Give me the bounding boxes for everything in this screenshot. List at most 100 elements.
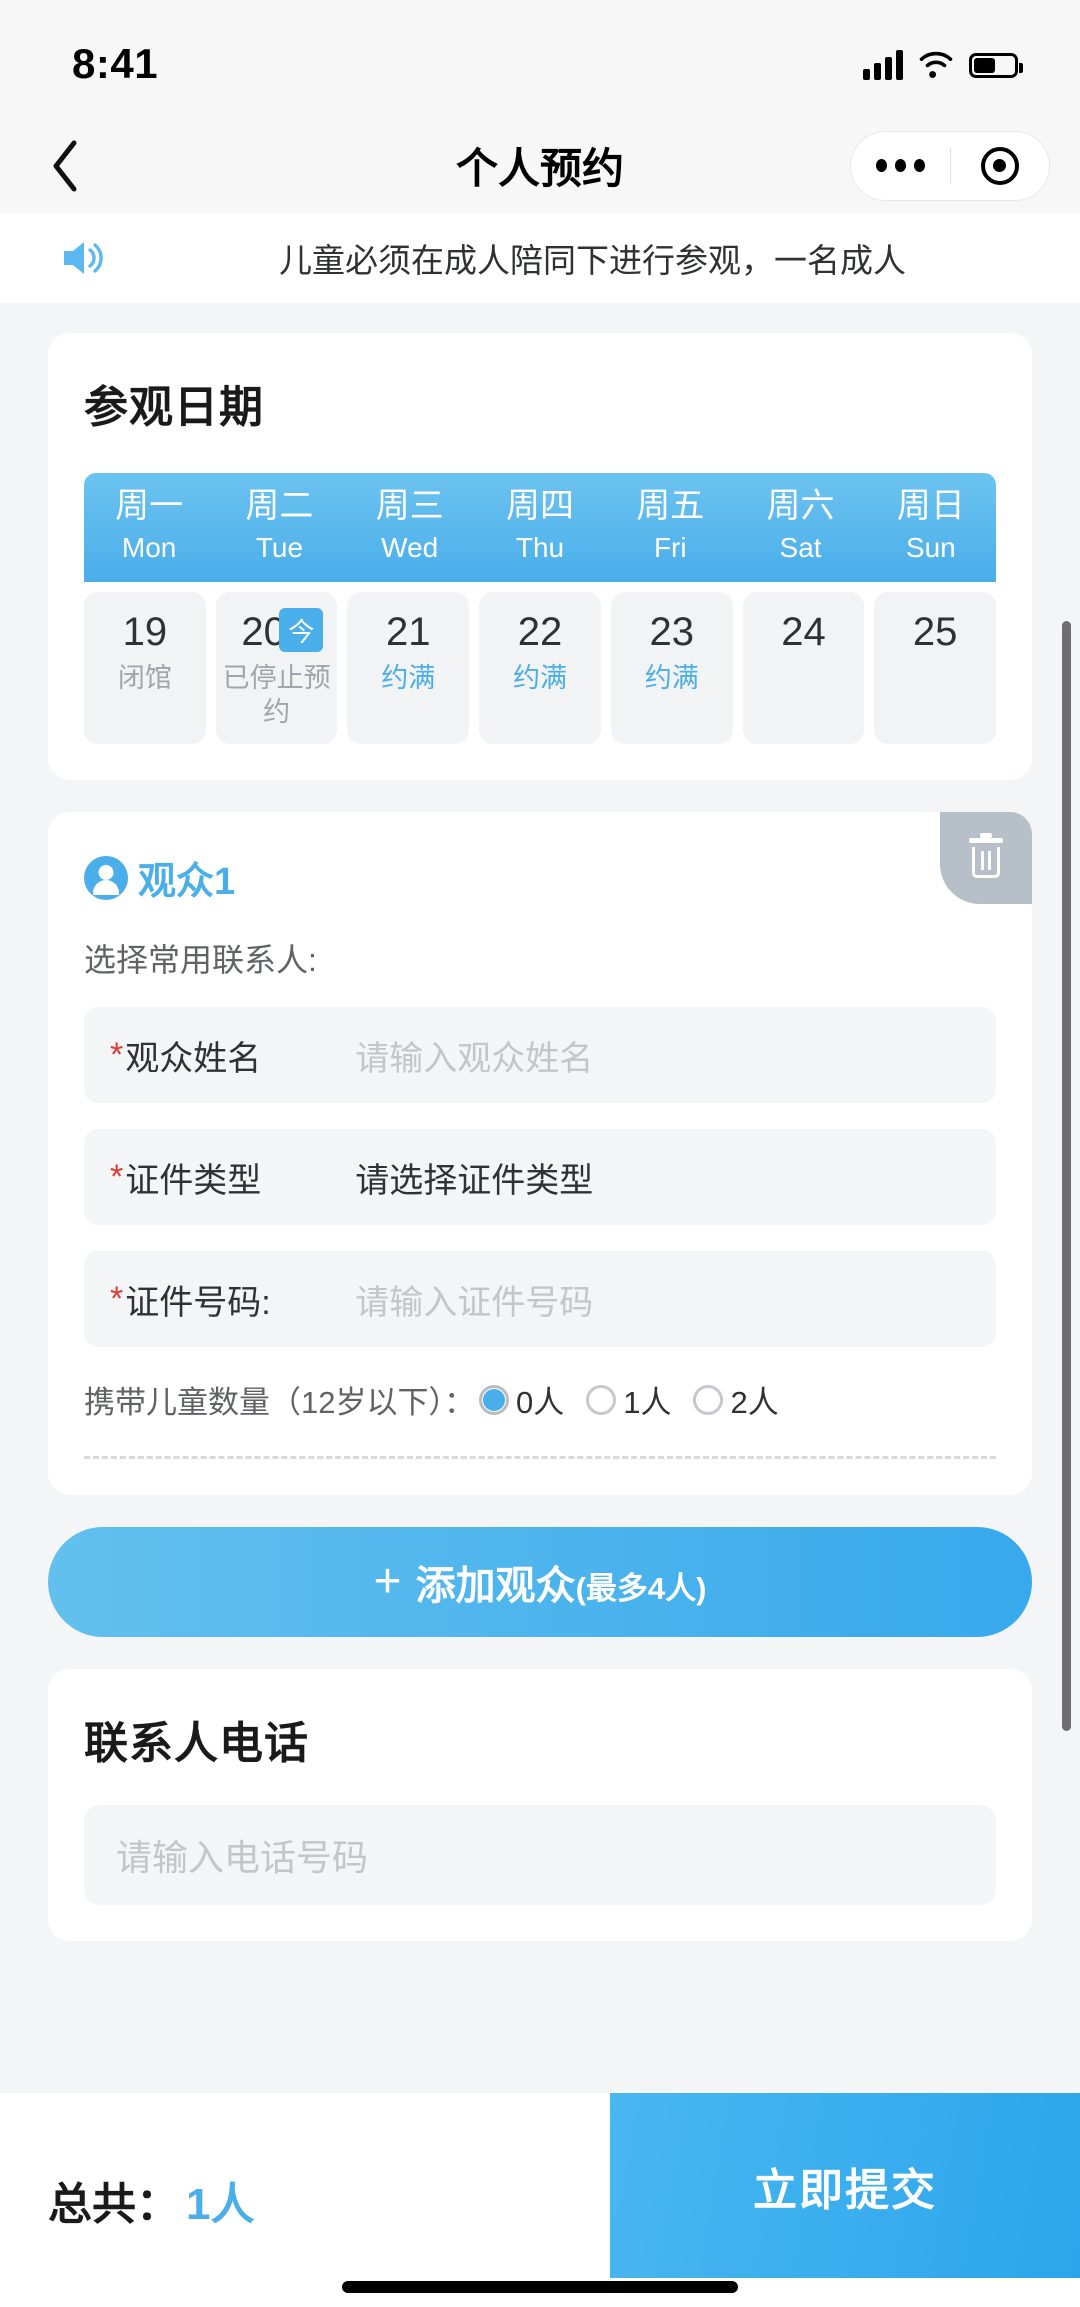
date-cell-19[interactable]: 19 闭馆 [84, 592, 206, 745]
date-number: 23 [649, 610, 694, 655]
add-visitor-hint: (最多4人) [575, 1571, 707, 1607]
date-cell-row: 19 闭馆 今 20 已停止预约 21 约满 22 约满 23 约满 24 25 [84, 592, 997, 745]
weekday-en: Sat [779, 532, 822, 564]
date-number: 24 [781, 610, 826, 655]
date-number: 25 [912, 610, 958, 655]
date-status: 约满 [381, 663, 436, 694]
scroll-content: 参观日期 周一 Mon 周二 Tue 周三 Wed 周四 Thu 周五 Fri [0, 303, 1080, 2183]
notice-text: 儿童必须在成人陪同下进行参观，一名成人 [279, 242, 906, 279]
weekday-cn: 周四 [505, 487, 574, 525]
weekday-header: 周一 Mon 周二 Tue 周三 Wed 周四 Thu 周五 Fri 周六 Sa… [84, 473, 996, 583]
date-status: 约满 [644, 663, 699, 694]
date-cell-24[interactable]: 24 [742, 592, 865, 745]
cellular-signal-icon [863, 50, 903, 80]
weekday-en: Fri [653, 532, 687, 564]
today-badge: 今 [279, 608, 324, 653]
total-count: 总共： 1人 [48, 2168, 254, 2232]
add-visitor-text: 添加观众 [415, 1564, 576, 1609]
weekday-cell: 周三 Wed [345, 473, 475, 582]
date-cell-22[interactable]: 22 约满 [479, 592, 601, 745]
date-cell-21[interactable]: 21 约满 [347, 592, 470, 745]
status-bar-time: 8:41 [72, 40, 159, 87]
weekday-en: Thu [515, 532, 565, 564]
children-option-label: 1人 [623, 1385, 672, 1421]
radio-selected-icon [478, 1384, 509, 1415]
visitor-card: 观众1 选择常用联系人: * 观众姓名 请输入观众姓名 * 证件类型 请选择证件… [48, 812, 1032, 1496]
close-miniprogram-button[interactable] [951, 146, 1050, 185]
id-type-field[interactable]: * 证件类型 请选择证件类型 [84, 1129, 996, 1226]
children-count-label: 携带儿童数量（12岁以下）： [84, 1385, 475, 1421]
date-cell-23[interactable]: 23 约满 [610, 592, 733, 745]
weekday-en: Mon [121, 532, 177, 564]
delete-visitor-button[interactable] [940, 812, 1032, 905]
date-number: 19 [122, 610, 168, 655]
speaker-icon [64, 242, 103, 274]
visitor-name-label: 观众1 [138, 861, 236, 904]
children-count-options: 0人 1人 2人 [478, 1377, 779, 1422]
weekday-cn: 周五 [636, 487, 705, 525]
field-placeholder: 请选择证件类型 [355, 1161, 594, 1200]
more-button[interactable] [851, 159, 950, 172]
home-indicator [342, 2281, 738, 2293]
person-circle-icon [84, 855, 128, 900]
date-cell-20[interactable]: 今 20 已停止预约 [215, 592, 338, 745]
submit-label: 立即提交 [753, 2165, 937, 2215]
weekday-en: Wed [381, 532, 439, 564]
required-marker: * [110, 1035, 124, 1074]
weekday-cn: 周六 [766, 487, 835, 525]
date-status: 约满 [513, 663, 568, 694]
children-option-0[interactable]: 0人 [478, 1377, 564, 1422]
weekday-cell: 周五 Fri [605, 473, 735, 582]
children-option-1[interactable]: 1人 [586, 1377, 671, 1422]
trash-icon [969, 833, 1003, 879]
card-divider [84, 1456, 996, 1460]
id-number-field[interactable]: * 证件号码: 请输入证件号码 [84, 1251, 996, 1348]
contact-picker-label[interactable]: 选择常用联系人: [84, 935, 996, 981]
field-label: 证件类型 [125, 1161, 262, 1200]
plus-icon: + [373, 1555, 402, 1609]
date-number: 22 [517, 610, 563, 655]
field-placeholder: 请输入证件号码 [355, 1283, 594, 1322]
weekday-cell: 周四 Thu [475, 473, 605, 582]
add-visitor-label: 添加观众(最多4人) [416, 1553, 707, 1611]
visitor-name-field[interactable]: * 观众姓名 请输入观众姓名 [84, 1007, 996, 1104]
weekday-cn: 周日 [896, 487, 965, 525]
wifi-icon [919, 51, 953, 78]
notice-banner[interactable]: 儿童必须在成人陪同下进行参观，一名成人 [0, 213, 1080, 303]
more-dots-icon [875, 159, 925, 172]
date-status: 已停止预约 [222, 663, 331, 728]
weekday-cell: 周日 Sun [866, 473, 996, 582]
date-section-title: 参观日期 [84, 383, 264, 432]
add-visitor-button[interactable]: + 添加观众(最多4人) [48, 1527, 1032, 1638]
scrollbar[interactable] [1062, 621, 1071, 1731]
weekday-cell: 周六 Sat [735, 473, 865, 582]
back-button[interactable] [30, 131, 100, 201]
required-marker: * [110, 1157, 124, 1196]
weekday-cn: 周二 [245, 487, 314, 525]
date-section-card: 参观日期 周一 Mon 周二 Tue 周三 Wed 周四 Thu 周五 Fri [48, 333, 1032, 781]
weekday-en: Sun [905, 532, 956, 564]
field-placeholder: 请输入观众姓名 [355, 1039, 594, 1078]
battery-icon [969, 52, 1023, 78]
status-bar: 8:41 [0, 0, 1080, 118]
phone-section-card: 联系人电话 请输入电话号码 [48, 1669, 1032, 1942]
status-bar-indicators [863, 50, 1023, 80]
date-cell-25[interactable]: 25 [874, 592, 997, 745]
weekday-cn: 周一 [115, 487, 184, 525]
visitor-header: 观众1 [84, 850, 996, 905]
date-number: 21 [386, 610, 431, 655]
phone-section-title: 联系人电话 [84, 1719, 309, 1769]
children-option-2[interactable]: 2人 [693, 1377, 779, 1422]
submit-button[interactable]: 立即提交 [610, 2093, 1080, 2278]
children-count-row: 携带儿童数量（12岁以下）： 0人 1人 2人 [84, 1377, 996, 1422]
phone-input[interactable]: 请输入电话号码 [84, 1805, 996, 1906]
total-value: 1人 [186, 2180, 255, 2229]
field-label: 证件号码: [125, 1283, 271, 1322]
children-option-label: 2人 [730, 1385, 779, 1421]
weekday-cell: 周二 Tue [214, 473, 344, 582]
miniprogram-capsule [850, 130, 1050, 201]
total-label: 总共： [48, 2180, 180, 2229]
required-marker: * [110, 1279, 124, 1318]
target-circle-icon [980, 146, 1019, 185]
radio-icon [586, 1384, 617, 1415]
